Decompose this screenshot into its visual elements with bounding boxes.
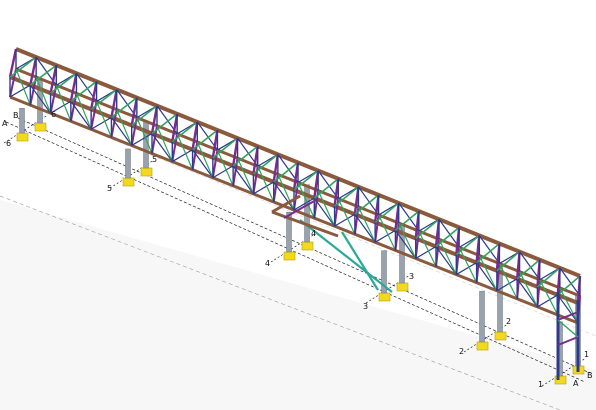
footing bbox=[34, 122, 47, 132]
footing bbox=[122, 177, 135, 187]
grid-label-A-end: A bbox=[573, 379, 579, 388]
grid-label-4-left: 4 bbox=[265, 259, 270, 268]
column bbox=[19, 108, 25, 134]
grid-label-6-right: 6 bbox=[51, 110, 56, 119]
grid-label-1-left: 1 bbox=[538, 380, 543, 389]
grid-label-4-right: 4 bbox=[311, 229, 316, 238]
grid-label-B-start: B bbox=[13, 111, 19, 120]
footing bbox=[396, 282, 409, 292]
front-web-diagonal bbox=[90, 116, 112, 130]
footing bbox=[301, 241, 314, 251]
grid-label-2-right: 2 bbox=[506, 317, 511, 326]
footing bbox=[494, 331, 507, 341]
front-web-diagonal bbox=[253, 181, 275, 195]
ground-plane bbox=[0, 200, 596, 410]
grid-label-1-right: 1 bbox=[584, 350, 589, 359]
front-web-diagonal bbox=[171, 149, 193, 163]
front-web-diagonal bbox=[455, 262, 477, 276]
grid-label-2-left: 2 bbox=[459, 347, 464, 356]
front-web-diagonal bbox=[374, 229, 396, 243]
grid-label-A-start: A bbox=[2, 119, 8, 128]
column bbox=[479, 291, 485, 343]
front-web-diagonal bbox=[537, 294, 559, 308]
footing bbox=[283, 251, 296, 261]
footing bbox=[16, 132, 29, 142]
grid-label-6-left: 6 bbox=[6, 139, 11, 148]
grid-label-B-end: B bbox=[587, 371, 593, 380]
front-web-diagonal bbox=[334, 213, 356, 227]
front-web-diagonal bbox=[212, 165, 234, 179]
grid-label-5-left: 5 bbox=[107, 184, 112, 193]
grid-label-5-right: 5 bbox=[152, 155, 157, 164]
footing bbox=[378, 292, 391, 302]
model-viewport[interactable]: 6 6 5 5 4 4 3 3 2 2 1 1 A B A B bbox=[0, 0, 596, 410]
footing bbox=[140, 167, 153, 177]
footing bbox=[476, 341, 489, 351]
front-web-diagonal bbox=[415, 245, 437, 259]
front-web-diagonal bbox=[131, 132, 153, 146]
grid-label-3-left: 3 bbox=[363, 302, 368, 311]
column bbox=[125, 148, 131, 179]
grid-label-3-right: 3 bbox=[409, 272, 414, 281]
front-web-diagonal bbox=[293, 197, 315, 211]
pipe-rack-3d-model[interactable]: 6 6 5 5 4 4 3 3 2 2 1 1 A B A B bbox=[0, 0, 596, 410]
